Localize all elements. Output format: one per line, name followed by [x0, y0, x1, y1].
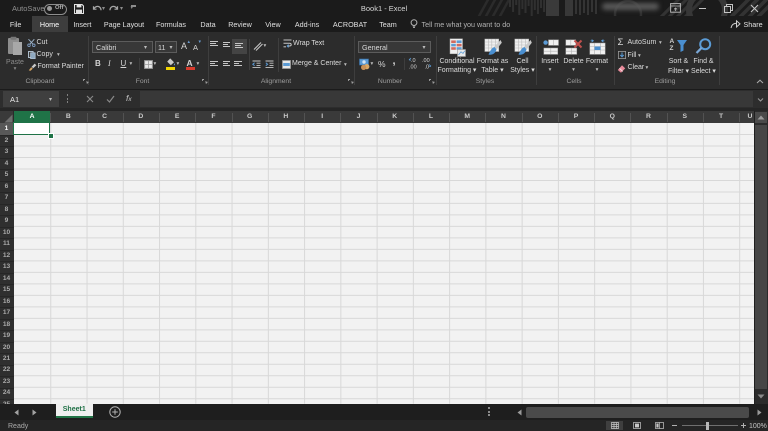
svg-text:.0: .0 — [411, 58, 416, 64]
svg-text:.00: .00 — [409, 65, 417, 71]
